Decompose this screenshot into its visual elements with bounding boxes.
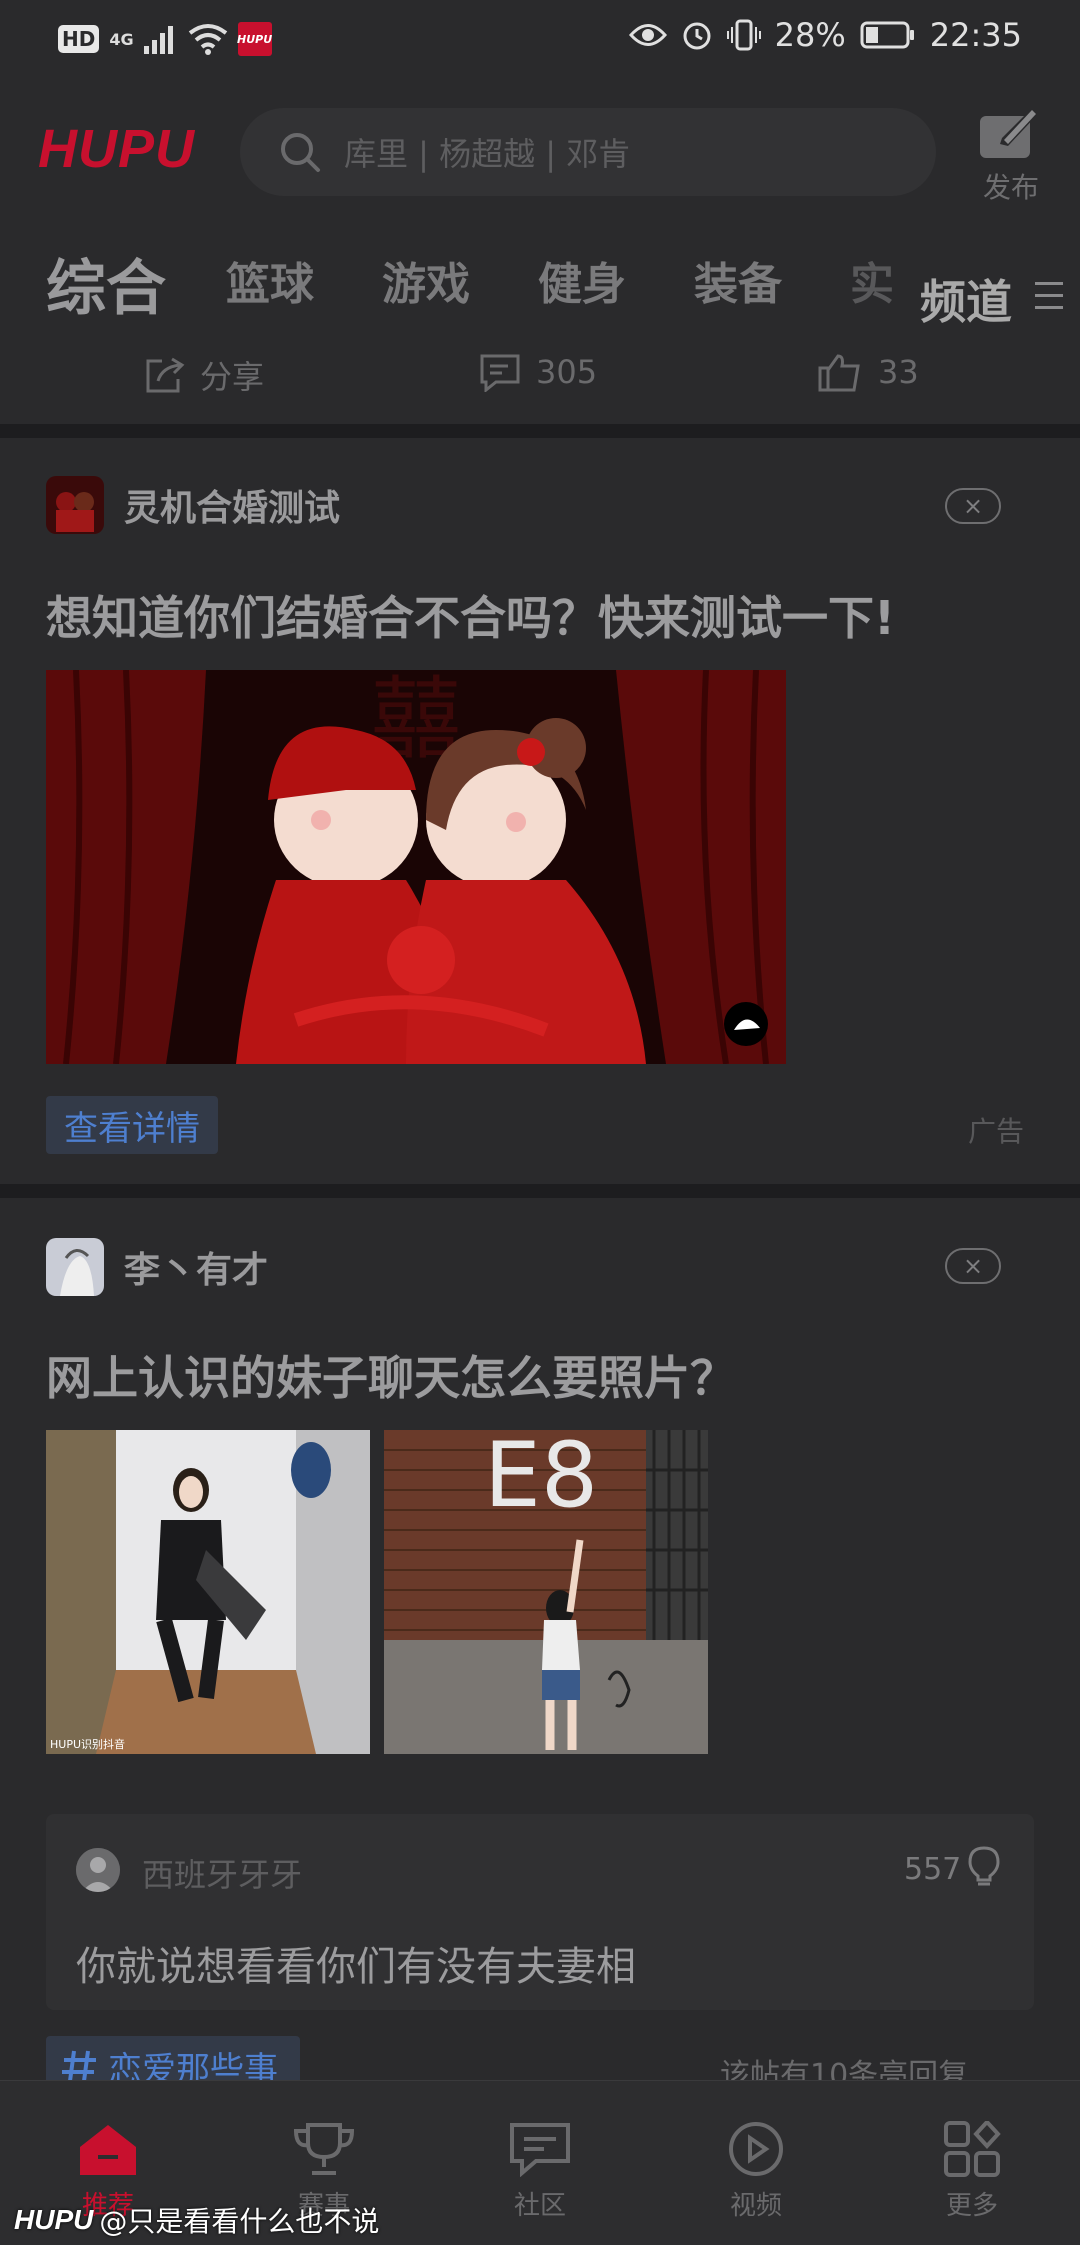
share-button[interactable]: 分享: [144, 352, 264, 398]
post-title[interactable]: 网上认识的妹子聊天怎么要照片？: [46, 1342, 736, 1408]
nav-more[interactable]: 更多: [912, 2121, 1032, 2222]
ad-image[interactable]: 囍: [46, 670, 786, 1064]
post-photo[interactable]: E8: [384, 1430, 708, 1754]
comment-button[interactable]: 305: [478, 352, 597, 392]
like-count: 33: [878, 353, 919, 391]
tab-gear[interactable]: 装备: [694, 248, 782, 312]
svg-text:E8: E8: [484, 1430, 598, 1528]
search-icon: [281, 133, 320, 172]
nav-label: 视频: [729, 2191, 782, 2221]
publish-button[interactable]: 发布: [976, 108, 1046, 206]
status-right: 28% 22:35: [628, 16, 1022, 54]
search-bar[interactable]: 库里 | 杨超越 | 邓肯: [240, 108, 936, 196]
ad-avatar[interactable]: [46, 476, 104, 534]
watermark-logo: HUPU: [14, 2204, 94, 2235]
eye-icon: [628, 24, 667, 46]
publish-label: 发布: [982, 171, 1039, 204]
share-label: 分享: [200, 358, 265, 396]
tab-general[interactable]: 综合: [46, 240, 166, 327]
tab-fitness[interactable]: 健身: [538, 248, 626, 312]
prev-post-actions: 分享 305 33: [0, 352, 1080, 402]
alarm-icon: [683, 22, 711, 50]
status-bar: HD 4G HUPU 28% 22:35: [0, 0, 1080, 82]
watermark: HUPU @只是看看什么也不说: [14, 2200, 379, 2240]
hd-icon: HD: [58, 25, 100, 53]
author-avatar[interactable]: [46, 1238, 104, 1296]
wifi-icon: [188, 24, 227, 55]
grid-icon: [944, 2121, 1001, 2177]
chat-icon: [510, 2123, 570, 2177]
ad-card-header: 灵机合婚测试: [46, 476, 340, 534]
watermark-text: @只是看看什么也不说: [99, 2205, 380, 2238]
post-author-name[interactable]: 李丶有才: [124, 1241, 268, 1293]
tab-basketball[interactable]: 篮球: [226, 248, 314, 312]
divider: [0, 424, 1080, 438]
tab-games[interactable]: 游戏: [382, 248, 470, 312]
close-button[interactable]: ×: [945, 488, 1001, 524]
close-button[interactable]: ×: [945, 1248, 1001, 1284]
nav-video[interactable]: 视频: [696, 2121, 816, 2222]
clock: 22:35: [929, 16, 1022, 54]
view-details-button[interactable]: 查看详情: [46, 1096, 218, 1154]
tab-partial[interactable]: 实: [850, 248, 894, 312]
photo-watermark: HUPU识别抖音: [50, 1737, 125, 1751]
nav-label: 社区: [513, 2191, 566, 2221]
nav-label: 更多: [945, 2191, 998, 2221]
comment-icon: [480, 354, 520, 392]
reply-light-count: 557: [904, 1852, 962, 1887]
post-photo[interactable]: HUPU识别抖音: [46, 1430, 370, 1754]
ad-title[interactable]: 想知道你们结婚合不合吗？快来测试一下!: [46, 582, 895, 648]
nav-community[interactable]: 社区: [480, 2121, 600, 2222]
trophy-icon: [293, 2123, 355, 2175]
category-tabs: 综合 篮球 游戏 健身 装备 实 频道: [0, 248, 1080, 338]
post-card-header: 李丶有才: [46, 1238, 268, 1296]
battery-icon: [860, 21, 914, 49]
play-icon: [729, 2122, 783, 2176]
divider: [0, 1184, 1080, 1198]
compose-icon: [980, 108, 1038, 158]
reply-user-name[interactable]: 西班牙牙牙: [142, 1850, 302, 1896]
hupu-logo[interactable]: HUPU: [38, 118, 195, 180]
reply-text: 你就说想看看你们有没有夫妻相: [76, 1944, 636, 1990]
vibrate-icon: [726, 19, 761, 51]
reply-avatar[interactable]: [76, 1848, 120, 1892]
home-icon: [80, 2125, 136, 2175]
hupu-notification-icon: HUPU: [237, 22, 272, 56]
ad-author-name[interactable]: 灵机合婚测试: [124, 479, 340, 531]
ad-label: 广告: [968, 1115, 1025, 1148]
lightbulb-icon[interactable]: [966, 1846, 1002, 1888]
channel-button[interactable]: 频道: [920, 266, 1020, 332]
hot-reply[interactable]: 西班牙牙牙 557 你就说想看看你们有没有夫妻相: [46, 1814, 1034, 2010]
search-placeholder: 库里 | 杨超越 | 邓肯: [344, 135, 631, 173]
comment-count: 305: [536, 353, 598, 391]
battery-percent: 28%: [774, 16, 846, 54]
signal-icon: [143, 26, 173, 54]
share-icon: [146, 357, 185, 393]
status-left: HD 4G HUPU: [58, 22, 272, 56]
thumbs-up-icon: [818, 354, 860, 392]
menu-icon[interactable]: [1035, 280, 1065, 312]
like-button[interactable]: 33: [816, 352, 919, 392]
hash-icon: [62, 2050, 96, 2082]
network-type: 4G: [109, 29, 134, 49]
